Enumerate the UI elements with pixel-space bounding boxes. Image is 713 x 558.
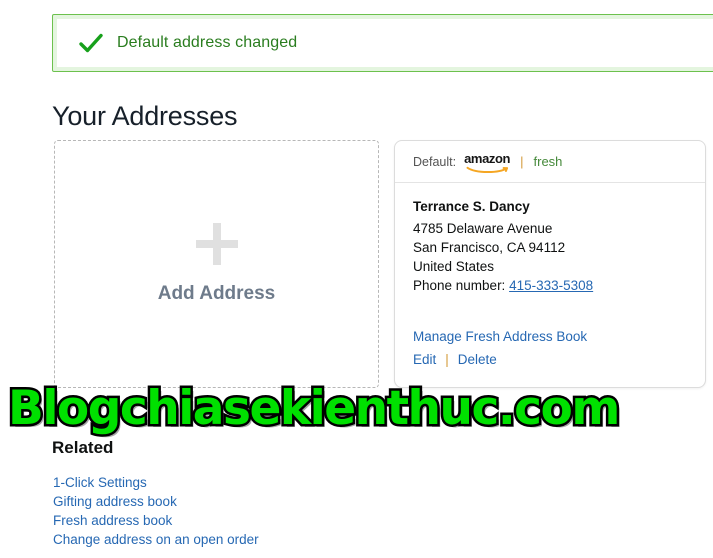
amazon-logo: amazon xyxy=(464,150,511,174)
address-country: United States xyxy=(413,259,495,274)
address-card: Default: amazon | fresh Terrance S. Danc… xyxy=(394,140,706,388)
address-card-header: Default: amazon | fresh xyxy=(395,141,705,183)
delete-address-link[interactable]: Delete xyxy=(458,352,497,367)
address-card-body: Terrance S. Dancy 4785 Delaware Avenue S… xyxy=(395,183,705,295)
related-link-fresh-address-book[interactable]: Fresh address book xyxy=(53,511,259,530)
related-link-1-click-settings[interactable]: 1-Click Settings xyxy=(53,473,259,492)
address-name: Terrance S. Dancy xyxy=(413,199,530,214)
success-banner-message: Default address changed xyxy=(117,34,298,51)
add-address-label: Add Address xyxy=(157,283,276,304)
plus-icon xyxy=(195,223,238,265)
amazon-wordmark: amazon xyxy=(464,151,511,166)
phone-number-link[interactable]: 415-333-5308 xyxy=(509,278,593,293)
amazon-swoosh-icon xyxy=(466,166,509,174)
related-link-gifting-address-book[interactable]: Gifting address book xyxy=(53,492,259,511)
success-banner: Default address changed xyxy=(52,14,713,72)
brand-separator: | xyxy=(520,154,524,169)
manage-fresh-address-book-link[interactable]: Manage Fresh Address Book xyxy=(413,329,687,344)
address-phone-row: Phone number: 415-333-5308 xyxy=(413,276,687,295)
watermark-overlay: Blogchiasekienthuc.com xyxy=(6,379,623,439)
edit-address-link[interactable]: Edit xyxy=(413,352,436,367)
page-title: Your Addresses xyxy=(52,101,238,132)
address-city-state-zip: San Francisco, CA 94112 xyxy=(413,240,566,255)
related-link-change-address-open-order[interactable]: Change address on an open order xyxy=(53,530,259,549)
fresh-wordmark: fresh xyxy=(533,154,563,169)
phone-label: Phone number: xyxy=(413,278,506,293)
default-label: Default: xyxy=(413,154,457,169)
address-street: 4785 Delaware Avenue xyxy=(413,221,553,236)
action-separator: | xyxy=(445,352,449,367)
add-address-tile[interactable]: Add Address xyxy=(54,140,379,388)
address-card-actions: Manage Fresh Address Book Edit | Delete xyxy=(395,329,705,367)
related-links-list: 1-Click Settings Gifting address book Fr… xyxy=(53,473,259,549)
related-heading: Related xyxy=(52,438,114,457)
check-icon xyxy=(79,33,103,53)
edit-delete-row: Edit | Delete xyxy=(413,352,687,367)
